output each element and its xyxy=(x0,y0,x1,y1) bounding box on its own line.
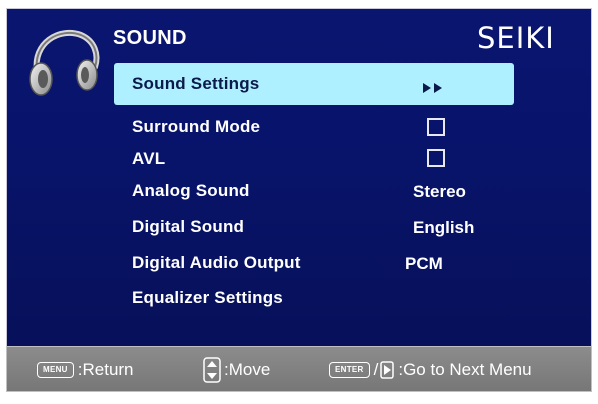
next-menu-label: :Go to Next Menu xyxy=(398,360,532,379)
footer-next-menu-hint: ENTER / :Go to Next Menu xyxy=(329,347,532,393)
menu-item-avl[interactable]: AVL xyxy=(114,143,514,175)
menu-item-label: Sound Settings xyxy=(132,74,260,93)
footer-move-hint: :Move xyxy=(203,347,270,393)
menu-item-sound-settings[interactable]: Sound Settings xyxy=(114,63,514,105)
surround-mode-checkbox[interactable] xyxy=(427,118,445,136)
menu-item-label: AVL xyxy=(132,149,166,168)
menu-item-label: Equalizer Settings xyxy=(132,288,283,307)
brand-logo: SEIKI xyxy=(477,21,555,55)
menu-item-label: Analog Sound xyxy=(132,181,250,200)
separator: / xyxy=(373,360,379,379)
menu-panel: SOUND SEIKI Sound Settings Surround Mode… xyxy=(6,8,592,346)
menu-item-label: Surround Mode xyxy=(132,117,261,136)
menu-item-surround-mode[interactable]: Surround Mode xyxy=(114,111,514,143)
menu-item-label: Digital Sound xyxy=(132,217,245,236)
avl-checkbox[interactable] xyxy=(427,149,445,167)
digital-audio-output-value: PCM xyxy=(405,254,443,273)
menu-item-equalizer-settings[interactable]: Equalizer Settings xyxy=(114,282,514,314)
menu-item-label: Digital Audio Output xyxy=(132,253,301,272)
enter-key-icon: ENTER xyxy=(329,362,370,378)
digital-sound-value: English xyxy=(413,218,475,237)
headphones-icon xyxy=(29,29,100,96)
up-down-arrow-icon xyxy=(203,357,221,383)
move-label: :Move xyxy=(224,360,271,379)
menu-item-digital-audio-output[interactable]: Digital Audio Output xyxy=(114,247,514,279)
sound-osd-menu: SOUND SEIKI Sound Settings Surround Mode… xyxy=(6,8,592,392)
footer-return-hint: MENU :Return xyxy=(37,347,134,393)
right-arrow-icon xyxy=(380,361,395,379)
analog-sound-value: Stereo xyxy=(413,182,466,201)
return-label: :Return xyxy=(77,360,134,379)
double-right-arrow-icon xyxy=(423,83,442,93)
menu-title: SOUND xyxy=(113,27,187,49)
menu-key-icon: MENU xyxy=(37,362,74,378)
footer-help-bar: MENU :Return :Move ENTER / :Go to Next M… xyxy=(6,346,592,392)
